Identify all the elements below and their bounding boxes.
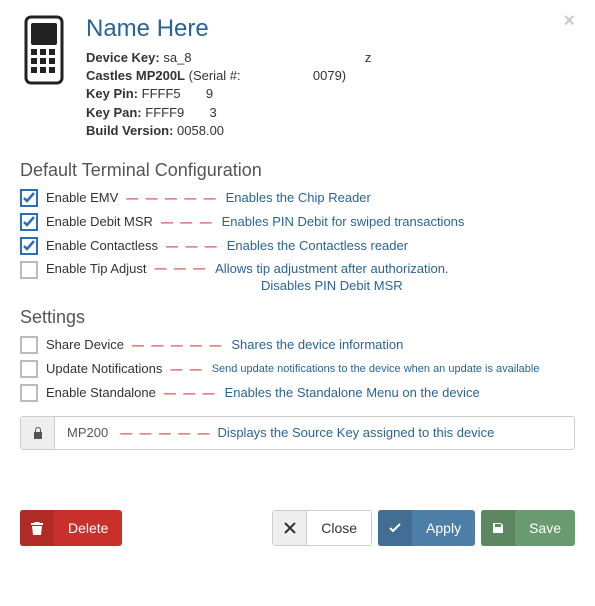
checkbox[interactable]	[20, 237, 38, 255]
key-pan-row: Key Pan: FFFF9 3	[86, 104, 371, 122]
lock-icon	[21, 417, 55, 449]
dash-annotation: — — — — —	[126, 191, 217, 205]
config-desc: Send update notifications to the device …	[212, 362, 540, 376]
config-label: Share Device	[46, 337, 124, 352]
config-row: Enable Debit MSR — — — Enables PIN Debit f…	[20, 213, 575, 231]
config-row: Share Device — — — — — Shares the device i…	[20, 336, 575, 354]
trash-icon	[20, 510, 54, 546]
build-row: Build Version: 0058.00	[86, 122, 371, 140]
check-icon	[378, 510, 412, 546]
source-key-row[interactable]: MP200 — — — — — Displays the Source Key …	[20, 416, 575, 450]
dash-annotation: — — —	[161, 215, 214, 229]
config-desc: Enables the Contactless reader	[227, 238, 408, 253]
terminal-section-title: Default Terminal Configuration	[20, 160, 575, 181]
footer: Delete Close Apply Save	[20, 510, 575, 546]
dash-annotation: — — — — —	[132, 338, 223, 352]
dash-annotation: — — —	[164, 386, 217, 400]
config-row: Enable EMV — — — — — Enables the Chip Read…	[20, 189, 575, 207]
save-button[interactable]: Save	[481, 510, 575, 546]
config-desc: Allows tip adjustment after authorizatio…	[215, 261, 448, 295]
config-label: Enable Debit MSR	[46, 214, 153, 229]
checkbox[interactable]	[20, 261, 38, 279]
settings-section-title: Settings	[20, 307, 575, 328]
config-label: Enable Tip Adjust	[46, 261, 146, 276]
device-key-row: Device Key: sa_8 z	[86, 49, 371, 67]
config-desc: Shares the device information	[231, 337, 403, 352]
checkbox[interactable]	[20, 213, 38, 231]
config-label: Enable EMV	[46, 190, 118, 205]
config-label: Update Notifications	[46, 361, 162, 376]
source-key-name: MP200	[55, 425, 120, 440]
close-button[interactable]: Close	[272, 510, 372, 546]
serial-row: Castles MP200L (Serial #: 0079)	[86, 67, 371, 85]
apply-button[interactable]: Apply	[378, 510, 475, 546]
dash-annotation: — — —	[154, 261, 207, 275]
device-header: Name Here Device Key: sa_8 z Castles MP2…	[20, 15, 575, 140]
config-desc: Enables the Standalone Menu on the devic…	[225, 385, 480, 400]
config-label: Enable Contactless	[46, 238, 158, 253]
config-desc: Enables the Chip Reader	[226, 190, 371, 205]
source-key-desc: Displays the Source Key assigned to this…	[218, 425, 495, 440]
checkbox[interactable]	[20, 360, 38, 378]
config-row: Enable Tip Adjust — — — Allows tip adjust…	[20, 261, 575, 295]
key-pin-row: Key Pin: FFFF5 9	[86, 85, 371, 103]
dash-annotation: — — — — —	[120, 426, 211, 440]
delete-button[interactable]: Delete	[20, 510, 122, 546]
config-label: Enable Standalone	[46, 385, 156, 400]
config-row: Update Notifications — — Send update notif…	[20, 360, 575, 378]
dash-annotation: — —	[170, 362, 203, 376]
checkbox[interactable]	[20, 384, 38, 402]
checkbox[interactable]	[20, 336, 38, 354]
device-icon	[20, 15, 68, 140]
config-desc: Enables PIN Debit for swiped transaction…	[222, 214, 465, 229]
checkbox[interactable]	[20, 189, 38, 207]
close-icon[interactable]: ×	[563, 10, 575, 33]
x-icon	[273, 511, 307, 545]
dash-annotation: — — —	[166, 239, 219, 253]
config-row: Enable Contactless — — — Enables the Conta…	[20, 237, 575, 255]
config-row: Enable Standalone — — — Enables the Standa…	[20, 384, 575, 402]
device-title: Name Here	[86, 15, 371, 43]
save-icon	[481, 510, 515, 546]
